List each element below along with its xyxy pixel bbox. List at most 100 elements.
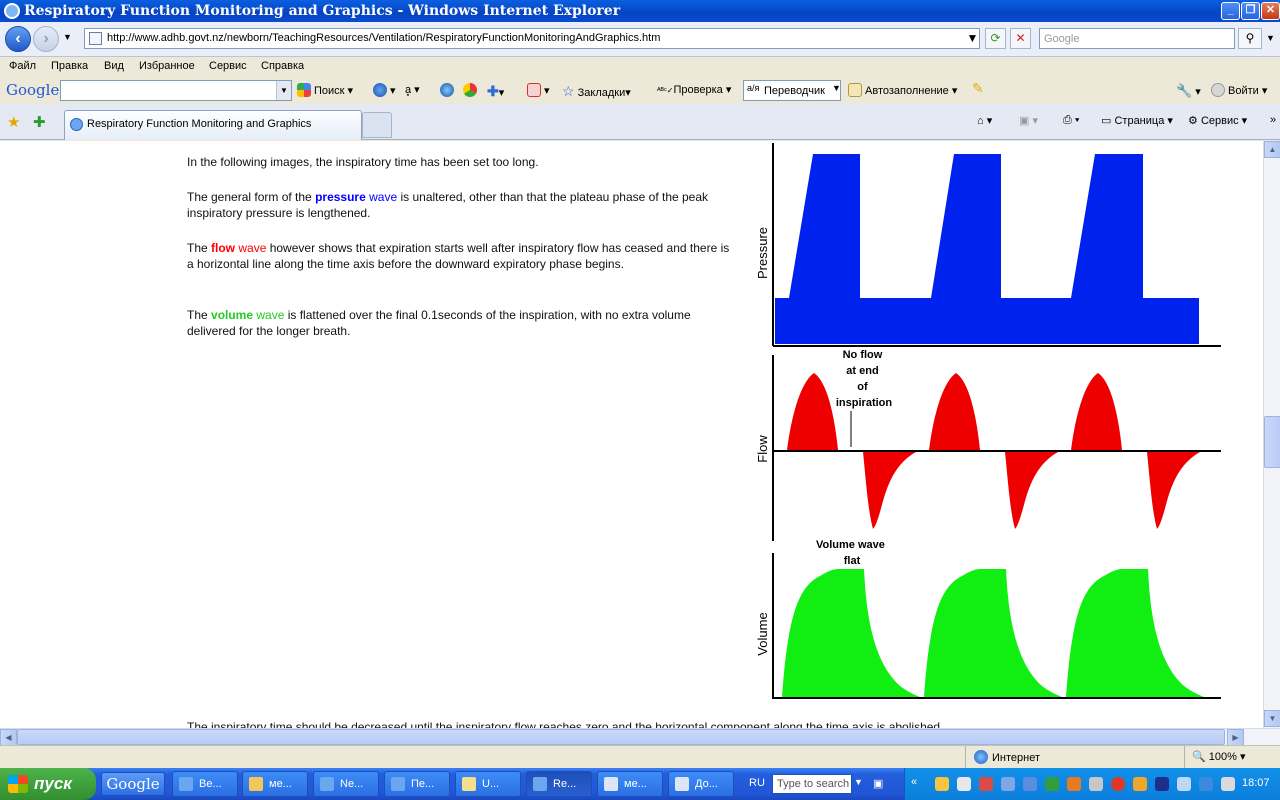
back-button[interactable]: ‹ — [5, 26, 31, 52]
menu-favorites[interactable]: Избранное — [139, 60, 195, 72]
menu-view[interactable]: Вид — [104, 60, 124, 72]
bookmarks-button[interactable]: ☆ Закладки▾ — [562, 83, 631, 100]
tray-icon-9[interactable] — [1111, 777, 1125, 791]
signin-button[interactable]: Войти ▾ — [1211, 83, 1267, 97]
settings-button[interactable]: 🔧 ▾ — [1176, 83, 1201, 99]
chevron-down-icon[interactable]: ▼ — [276, 81, 291, 100]
history-dropdown-icon[interactable]: ▼ — [63, 32, 72, 42]
scroll-up-button[interactable]: ▲ — [1264, 141, 1280, 158]
volume-icon[interactable] — [1089, 777, 1103, 791]
minimize-button[interactable]: _ — [1221, 2, 1240, 20]
tray-icon-4[interactable] — [1001, 777, 1015, 791]
show-desktop-icon[interactable]: ▣ — [873, 777, 883, 790]
tray-icon-7[interactable] — [1067, 777, 1081, 791]
google-deskbar-button[interactable]: Google — [101, 772, 165, 796]
tray-icon-12[interactable] — [1177, 777, 1191, 791]
globe-button[interactable]: ▾ — [373, 83, 396, 97]
ie-icon — [179, 777, 193, 791]
taskbar-button-4[interactable]: Пе... — [384, 771, 450, 797]
translator-button[interactable]: a/я Переводчик — [743, 80, 841, 101]
highlighter-icon[interactable]: ✎ — [972, 80, 984, 97]
horizontal-scroll-thumb[interactable] — [17, 729, 1225, 745]
google-toolbar: Google ▼ Поиск ▾ ▾ a͓ ▾ ✚▾ ▾ ☆ Закладки▾… — [0, 77, 1280, 104]
maximize-button[interactable]: ❐ — [1241, 2, 1260, 20]
menu-tools[interactable]: Сервис — [209, 60, 247, 72]
spellcheck-icon: ᴬᴮᶜ✓ — [657, 86, 674, 95]
google-search-input[interactable]: ▼ — [60, 80, 292, 101]
search-options-icon[interactable]: ▼ — [1266, 33, 1275, 43]
stop-button[interactable]: ✕ — [1010, 28, 1031, 49]
tray-icon-3[interactable] — [979, 777, 993, 791]
chrome-button[interactable] — [463, 83, 480, 97]
popup-blocker-icon — [527, 83, 541, 97]
star-icon: ☆ — [562, 83, 575, 99]
tray-icon-11[interactable] — [1155, 777, 1169, 791]
flow-note: No flow at end of inspiration — [836, 349, 893, 409]
globe-icon — [373, 83, 387, 97]
add-button[interactable]: ✚▾ — [487, 83, 504, 100]
refresh-button[interactable]: ⟳ — [985, 28, 1006, 49]
add-favorites-icon[interactable]: ✚ — [33, 113, 46, 131]
scroll-down-button[interactable]: ▼ — [1264, 710, 1280, 727]
menu-help[interactable]: Справка — [261, 60, 304, 72]
clock[interactable]: 18:07 — [1242, 777, 1270, 789]
start-button[interactable]: пуск — [0, 768, 96, 800]
language-indicator[interactable]: RU — [749, 777, 765, 789]
volume-note: Volume wave flat — [816, 539, 888, 567]
chevron-left-icon[interactable]: « — [911, 776, 917, 788]
new-tab-button[interactable] — [362, 112, 392, 138]
tray-icon-6[interactable] — [1045, 777, 1059, 791]
taskbar-button-2[interactable]: ме... — [242, 771, 308, 797]
spellcheck-button[interactable]: ᴬᴮᶜ✓Проверка ▾ — [657, 83, 731, 96]
address-dropdown-icon[interactable]: ▼ — [962, 29, 983, 50]
network-icon[interactable] — [1023, 777, 1037, 791]
home-button[interactable]: ⌂ ▾ — [977, 114, 992, 127]
scroll-right-button[interactable]: ▶ — [1227, 729, 1244, 746]
taskbar-button-1[interactable]: Ве... — [172, 771, 238, 797]
security-zone[interactable]: Интернет — [974, 750, 1040, 764]
taskbar-button-8[interactable]: До... — [668, 771, 734, 797]
tray-icon-2[interactable] — [957, 777, 971, 791]
google-search-button[interactable]: Поиск ▾ — [297, 83, 353, 97]
search-input[interactable]: Google — [1039, 28, 1235, 49]
monitor-icon[interactable] — [1221, 777, 1235, 791]
menu-file[interactable]: Файл — [9, 60, 36, 72]
popup-blocker-button[interactable]: ▾ — [527, 83, 550, 97]
plus-icon: ✚ — [487, 83, 499, 99]
paragraph-flow: The flow wave however shows that expirat… — [187, 241, 730, 271]
taskbar-button-5[interactable]: U... — [455, 771, 521, 797]
scroll-left-button[interactable]: ◀ — [0, 729, 17, 746]
tray-icon-10[interactable] — [1133, 777, 1147, 791]
translate-quick-button[interactable]: a͓ ▾ — [405, 83, 420, 96]
vertical-scrollbar[interactable]: ▲ ▼ — [1263, 141, 1280, 728]
zoom-control[interactable]: 🔍 100% ▾ — [1192, 750, 1245, 763]
favorites-star-icon[interactable]: ★ — [7, 113, 20, 131]
tab-active[interactable]: Respiratory Function Monitoring and Grap… — [64, 110, 362, 140]
pagerank-button[interactable] — [440, 83, 457, 97]
feeds-button[interactable]: ▣ ▾ — [1019, 114, 1038, 127]
close-button[interactable]: ✕ — [1261, 2, 1280, 20]
menu-edit[interactable]: Правка — [51, 60, 88, 72]
chevron-right-icon[interactable]: » — [1270, 114, 1276, 126]
taskbar-button-7[interactable]: ме... — [597, 771, 663, 797]
tools-menu-button[interactable]: ⚙ Сервис ▾ — [1188, 114, 1247, 127]
ie-icon — [320, 777, 334, 791]
autofill-button[interactable]: Автозаполнение ▾ — [848, 83, 957, 97]
ie-icon — [533, 777, 547, 791]
vertical-scroll-thumb[interactable] — [1264, 416, 1280, 468]
gear-icon: ⚙ — [1188, 115, 1198, 127]
print-button[interactable]: ⎙ ▾ — [1063, 114, 1080, 127]
translator-dropdown-icon[interactable]: ▼ — [832, 83, 841, 93]
search-dropdown-icon[interactable]: ▼ — [854, 777, 863, 787]
address-bar[interactable]: http://www.adhb.govt.nz/newborn/Teaching… — [84, 28, 980, 49]
tray-icon-13[interactable] — [1199, 777, 1213, 791]
taskbar-search-input[interactable]: Type to search — [772, 774, 852, 794]
search-icon[interactable]: ⚲ — [1238, 28, 1262, 49]
forward-button[interactable]: › — [33, 26, 59, 52]
taskbar-button-3[interactable]: Ne... — [313, 771, 379, 797]
page-menu-button[interactable]: ▭ Страница ▾ — [1101, 114, 1173, 127]
flow-insp-2 — [929, 373, 980, 450]
taskbar-button-6[interactable]: Re... — [526, 771, 592, 797]
horizontal-scrollbar[interactable]: ◀ ▶ — [0, 728, 1280, 746]
shield-icon[interactable] — [935, 777, 949, 791]
